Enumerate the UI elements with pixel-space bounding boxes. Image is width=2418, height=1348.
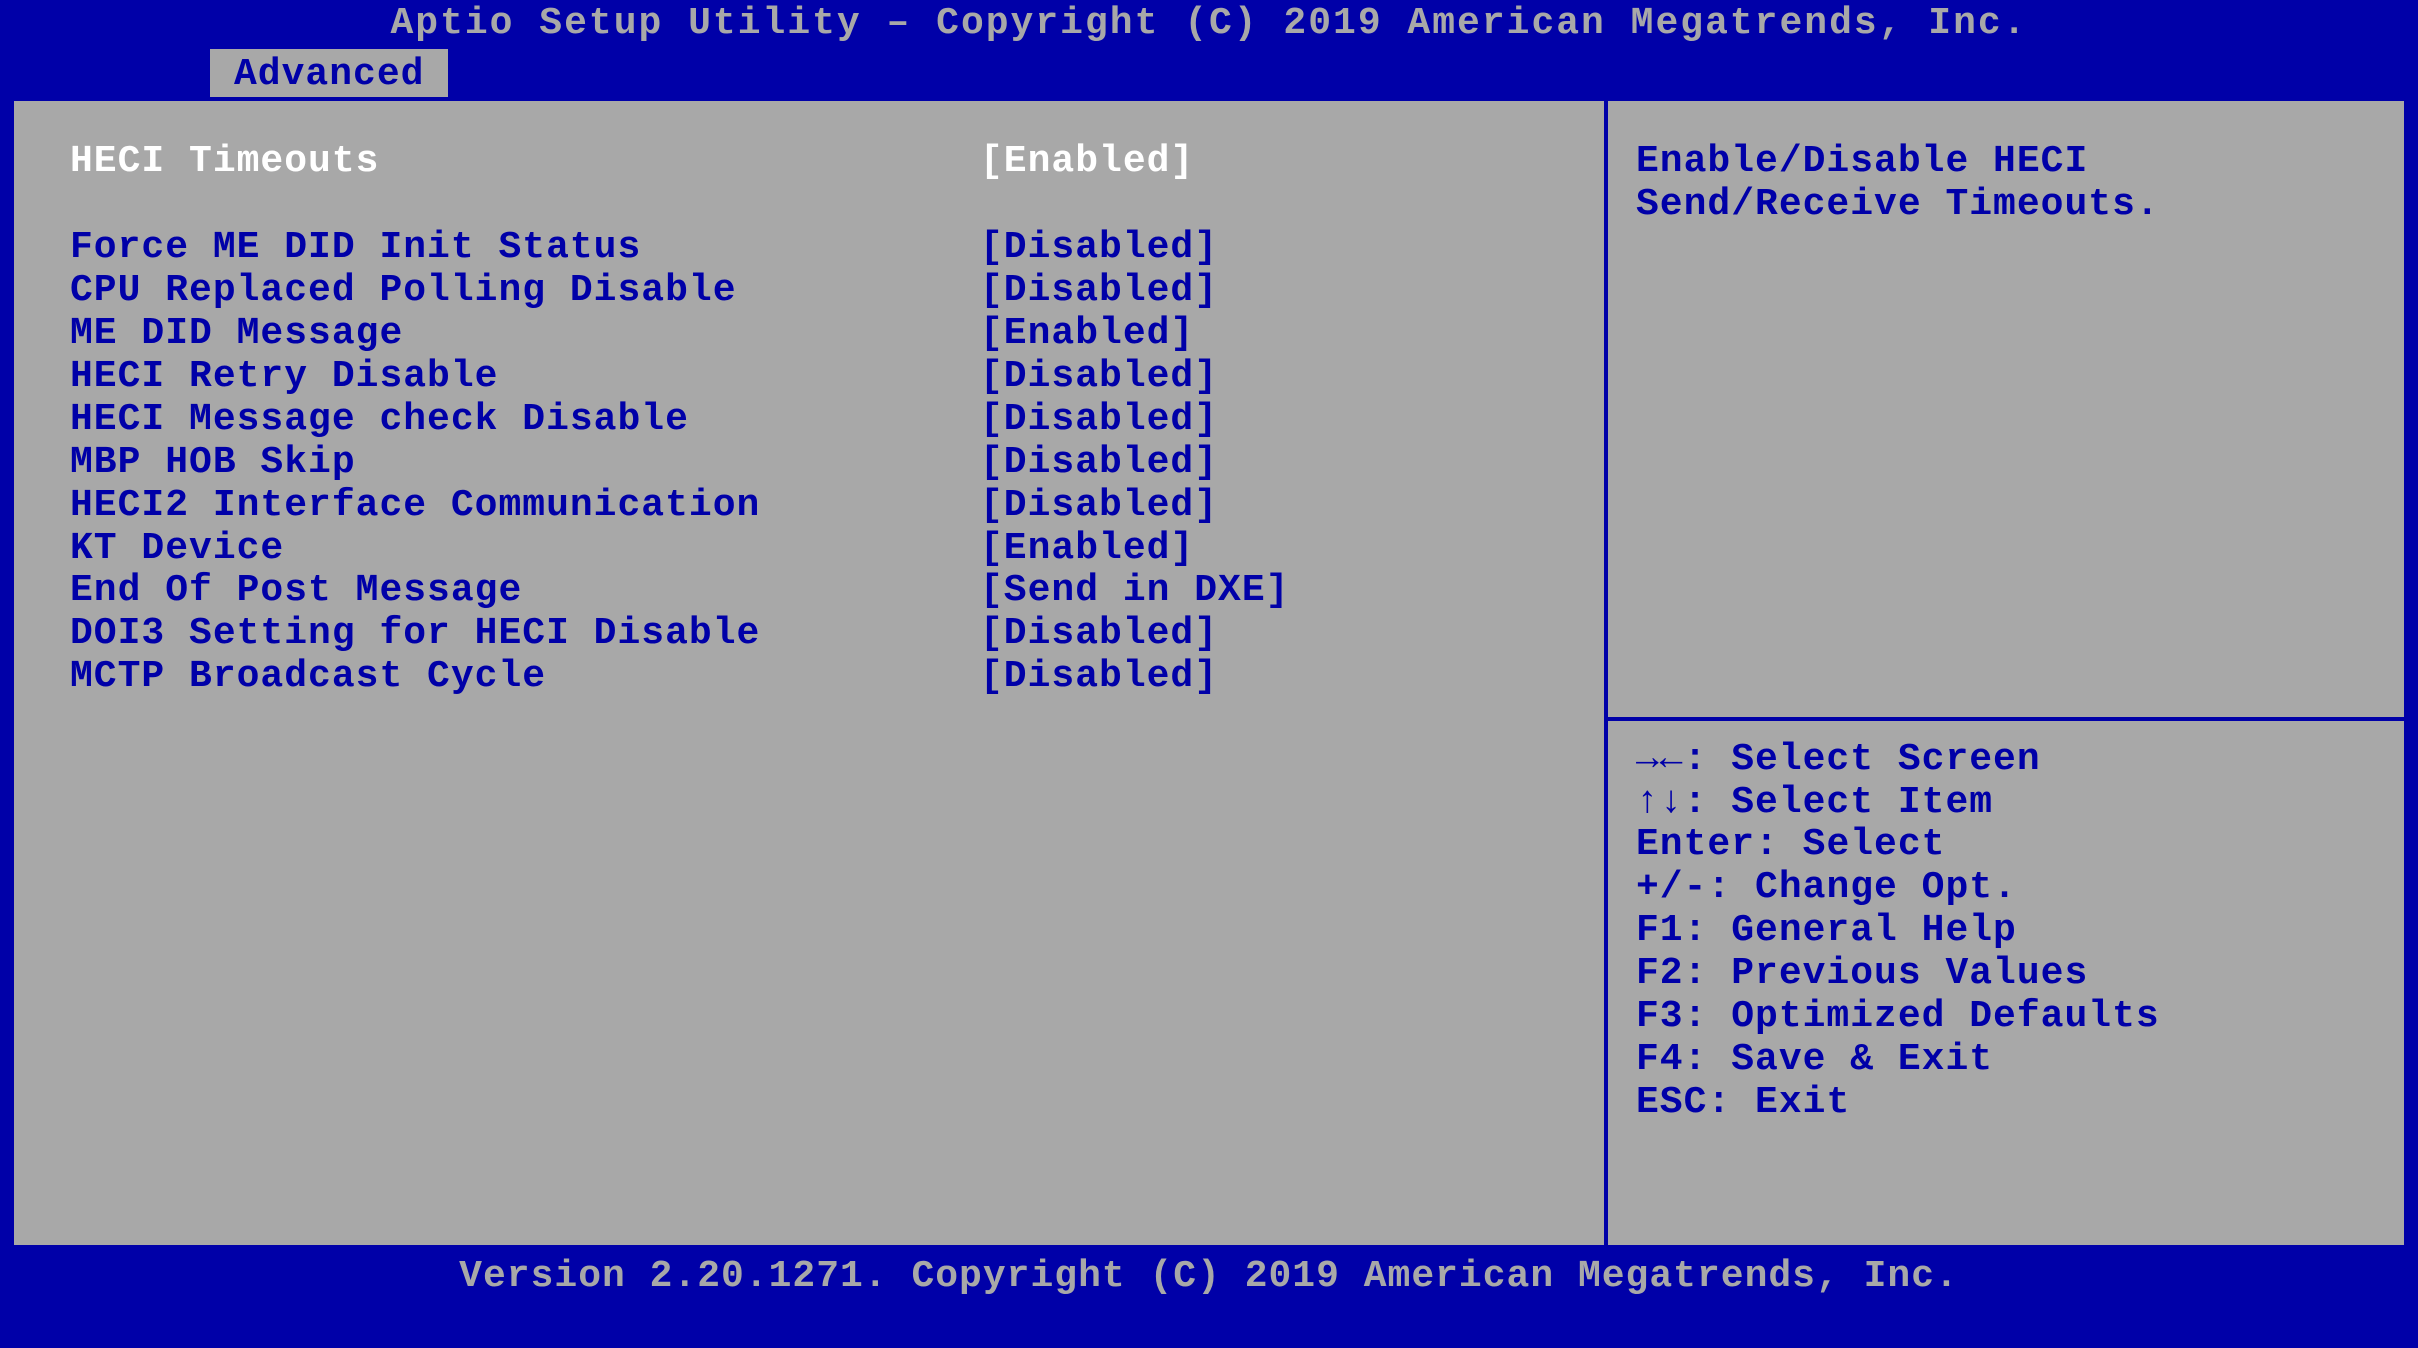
hotkey-line: ESC: Exit (1636, 1082, 2376, 1125)
option-row[interactable]: HECI Message check Disable[Disabled] (70, 399, 1574, 442)
hotkey-desc: : General Help (1684, 909, 2017, 952)
option-value[interactable]: [Enabled] (980, 528, 1194, 571)
spacer-row (70, 184, 1574, 227)
hotkey-keys: ↑↓ (1636, 781, 1684, 824)
option-label: DOI3 Setting for HECI Disable (70, 613, 980, 656)
hotkey-keys: F3 (1636, 995, 1684, 1038)
hotkey-keys: →← (1636, 738, 1684, 781)
option-label: KT Device (70, 528, 980, 571)
option-row[interactable]: Force ME DID Init Status[Disabled] (70, 227, 1574, 270)
option-label: ME DID Message (70, 313, 980, 356)
option-label: HECI Message check Disable (70, 399, 980, 442)
option-value[interactable]: [Disabled] (980, 656, 1218, 699)
option-label: Force ME DID Init Status (70, 227, 980, 270)
hotkey-line: F4: Save & Exit (1636, 1039, 2376, 1082)
content-area: HECI Timeouts[Enabled]Force ME DID Init … (10, 97, 2408, 1249)
option-label: CPU Replaced Polling Disable (70, 270, 980, 313)
option-value[interactable]: [Disabled] (980, 270, 1218, 313)
hotkey-desc: : Select (1755, 823, 1945, 866)
option-label: MCTP Broadcast Cycle (70, 656, 980, 699)
tab-bar: Advanced (0, 49, 2418, 97)
hotkey-line: →←: Select Screen (1636, 739, 2376, 782)
hotkey-keys: ESC (1636, 1081, 1707, 1124)
hotkey-desc: : Select Screen (1684, 738, 2041, 781)
option-row[interactable]: CPU Replaced Polling Disable[Disabled] (70, 270, 1574, 313)
option-label: HECI Retry Disable (70, 356, 980, 399)
option-value[interactable]: [Send in DXE] (980, 570, 1289, 613)
hotkey-line: Enter: Select (1636, 824, 2376, 867)
option-row[interactable]: End Of Post Message[Send in DXE] (70, 570, 1574, 613)
hotkey-line: ↑↓: Select Item (1636, 782, 2376, 825)
option-row[interactable]: HECI Retry Disable[Disabled] (70, 356, 1574, 399)
option-label: HECI2 Interface Communication (70, 485, 980, 528)
hotkey-keys: F4 (1636, 1038, 1684, 1081)
hotkey-line: F1: General Help (1636, 910, 2376, 953)
option-row[interactable]: HECI Timeouts[Enabled] (70, 141, 1574, 184)
hotkey-desc: : Change Opt. (1707, 866, 2016, 909)
option-value[interactable]: [Enabled] (980, 313, 1194, 356)
option-value[interactable]: [Disabled] (980, 356, 1218, 399)
option-row[interactable]: MCTP Broadcast Cycle[Disabled] (70, 656, 1574, 699)
option-value[interactable]: [Enabled] (980, 141, 1194, 184)
option-value[interactable]: [Disabled] (980, 442, 1218, 485)
hotkey-line: F3: Optimized Defaults (1636, 996, 2376, 1039)
option-row[interactable]: KT Device[Enabled] (70, 528, 1574, 571)
option-row[interactable]: MBP HOB Skip[Disabled] (70, 442, 1574, 485)
options-panel: HECI Timeouts[Enabled]Force ME DID Init … (14, 101, 1608, 1245)
hotkey-desc: : Save & Exit (1684, 1038, 1993, 1081)
hotkey-keys: F1 (1636, 909, 1684, 952)
title-bar: Aptio Setup Utility – Copyright (C) 2019… (0, 0, 2418, 49)
help-panel: Enable/Disable HECI Send/Receive Timeout… (1608, 101, 2404, 1245)
footer-bar: Version 2.20.1271. Copyright (C) 2019 Am… (0, 1249, 2418, 1348)
hotkey-desc: : Exit (1707, 1081, 1850, 1124)
tab-advanced[interactable]: Advanced (210, 49, 448, 97)
hotkey-desc: : Optimized Defaults (1684, 995, 2160, 1038)
option-label: HECI Timeouts (70, 141, 980, 184)
option-value[interactable]: [Disabled] (980, 399, 1218, 442)
bios-setup-window: Aptio Setup Utility – Copyright (C) 2019… (0, 0, 2418, 1348)
option-value[interactable]: [Disabled] (980, 485, 1218, 528)
option-value[interactable]: [Disabled] (980, 613, 1218, 656)
option-row[interactable]: DOI3 Setting for HECI Disable[Disabled] (70, 613, 1574, 656)
option-value[interactable]: [Disabled] (980, 227, 1218, 270)
hotkey-line: +/-: Change Opt. (1636, 867, 2376, 910)
option-label: End Of Post Message (70, 570, 980, 613)
help-text: Enable/Disable HECI Send/Receive Timeout… (1636, 141, 2376, 227)
option-row[interactable]: HECI2 Interface Communication[Disabled] (70, 485, 1574, 528)
hotkey-line: F2: Previous Values (1636, 953, 2376, 996)
hotkey-desc: : Previous Values (1684, 952, 2089, 995)
hotkeys-list: →←: Select Screen↑↓: Select ItemEnter: S… (1636, 739, 2376, 1125)
hotkey-desc: : Select Item (1684, 781, 1993, 824)
option-label: MBP HOB Skip (70, 442, 980, 485)
hotkey-keys: Enter (1636, 823, 1755, 866)
hotkey-keys: F2 (1636, 952, 1684, 995)
option-row[interactable]: ME DID Message[Enabled] (70, 313, 1574, 356)
help-separator (1608, 717, 2404, 721)
hotkey-keys: +/- (1636, 866, 1707, 909)
